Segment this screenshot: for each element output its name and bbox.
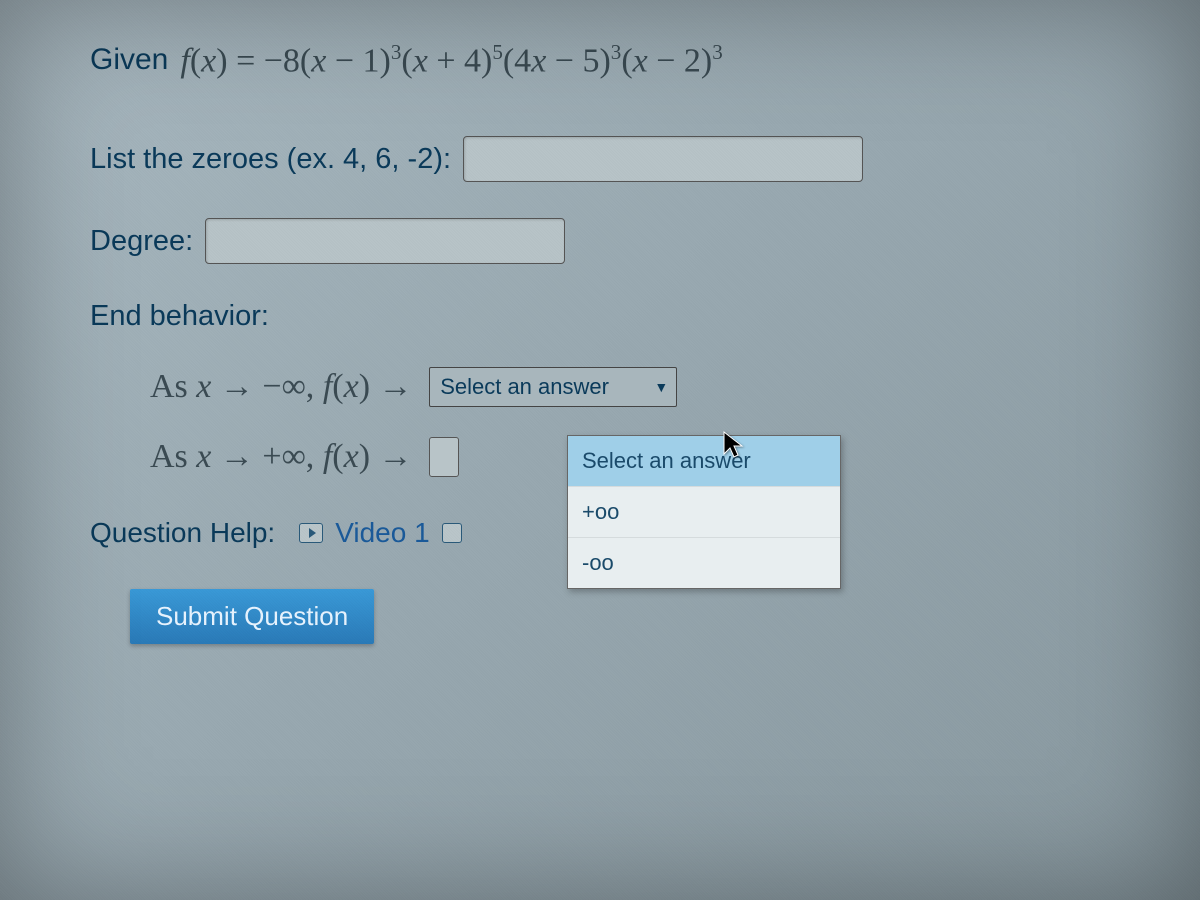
end-behavior-label: End behavior:	[90, 300, 269, 333]
eb1-prefix: As x → −∞, f(x) →	[150, 368, 413, 406]
function-expression: f(x) = −8(x − 1)3(x + 4)5(4x − 5)3(x − 2…	[180, 40, 722, 80]
degree-label: Degree:	[90, 225, 193, 258]
question-body: Given f(x) = −8(x − 1)3(x + 4)5(4x − 5)3…	[0, 0, 1200, 684]
video-link[interactable]: Video 1	[335, 517, 429, 549]
submit-button[interactable]: Submit Question	[130, 589, 374, 644]
question-help-label: Question Help:	[90, 517, 275, 549]
end-behavior-row-2: As x → +∞, f(x) → Select an answer +oo -…	[150, 437, 1110, 477]
dropdown-option-posinf[interactable]: +oo	[568, 486, 840, 537]
end-behavior-heading: End behavior:	[90, 300, 1110, 333]
chevron-down-icon: ▼	[654, 379, 668, 395]
end-behavior-row-1: As x → −∞, f(x) → Select an answer ▼	[150, 367, 1110, 407]
given-line: Given f(x) = −8(x − 1)3(x + 4)5(4x − 5)3…	[90, 40, 1110, 80]
zeroes-label: List the zeroes (ex. 4, 6, -2):	[90, 143, 451, 176]
eb1-select-value: Select an answer	[440, 374, 609, 400]
mouse-cursor-icon	[722, 430, 746, 465]
play-icon	[299, 523, 323, 543]
given-prefix: Given	[90, 43, 168, 77]
eb2-dropdown-open: Select an answer +oo -oo	[567, 435, 841, 589]
degree-row: Degree:	[90, 218, 1110, 264]
eb2-select-stub[interactable]	[429, 437, 459, 477]
play-icon-2	[442, 523, 462, 543]
dropdown-option-neginf[interactable]: -oo	[568, 537, 840, 588]
zeroes-input[interactable]	[463, 136, 863, 182]
eb1-select[interactable]: Select an answer ▼	[429, 367, 677, 407]
degree-input[interactable]	[205, 218, 565, 264]
eb2-prefix: As x → +∞, f(x) →	[150, 438, 413, 476]
dropdown-option-placeholder[interactable]: Select an answer	[568, 436, 840, 486]
zeroes-row: List the zeroes (ex. 4, 6, -2):	[90, 136, 1110, 182]
